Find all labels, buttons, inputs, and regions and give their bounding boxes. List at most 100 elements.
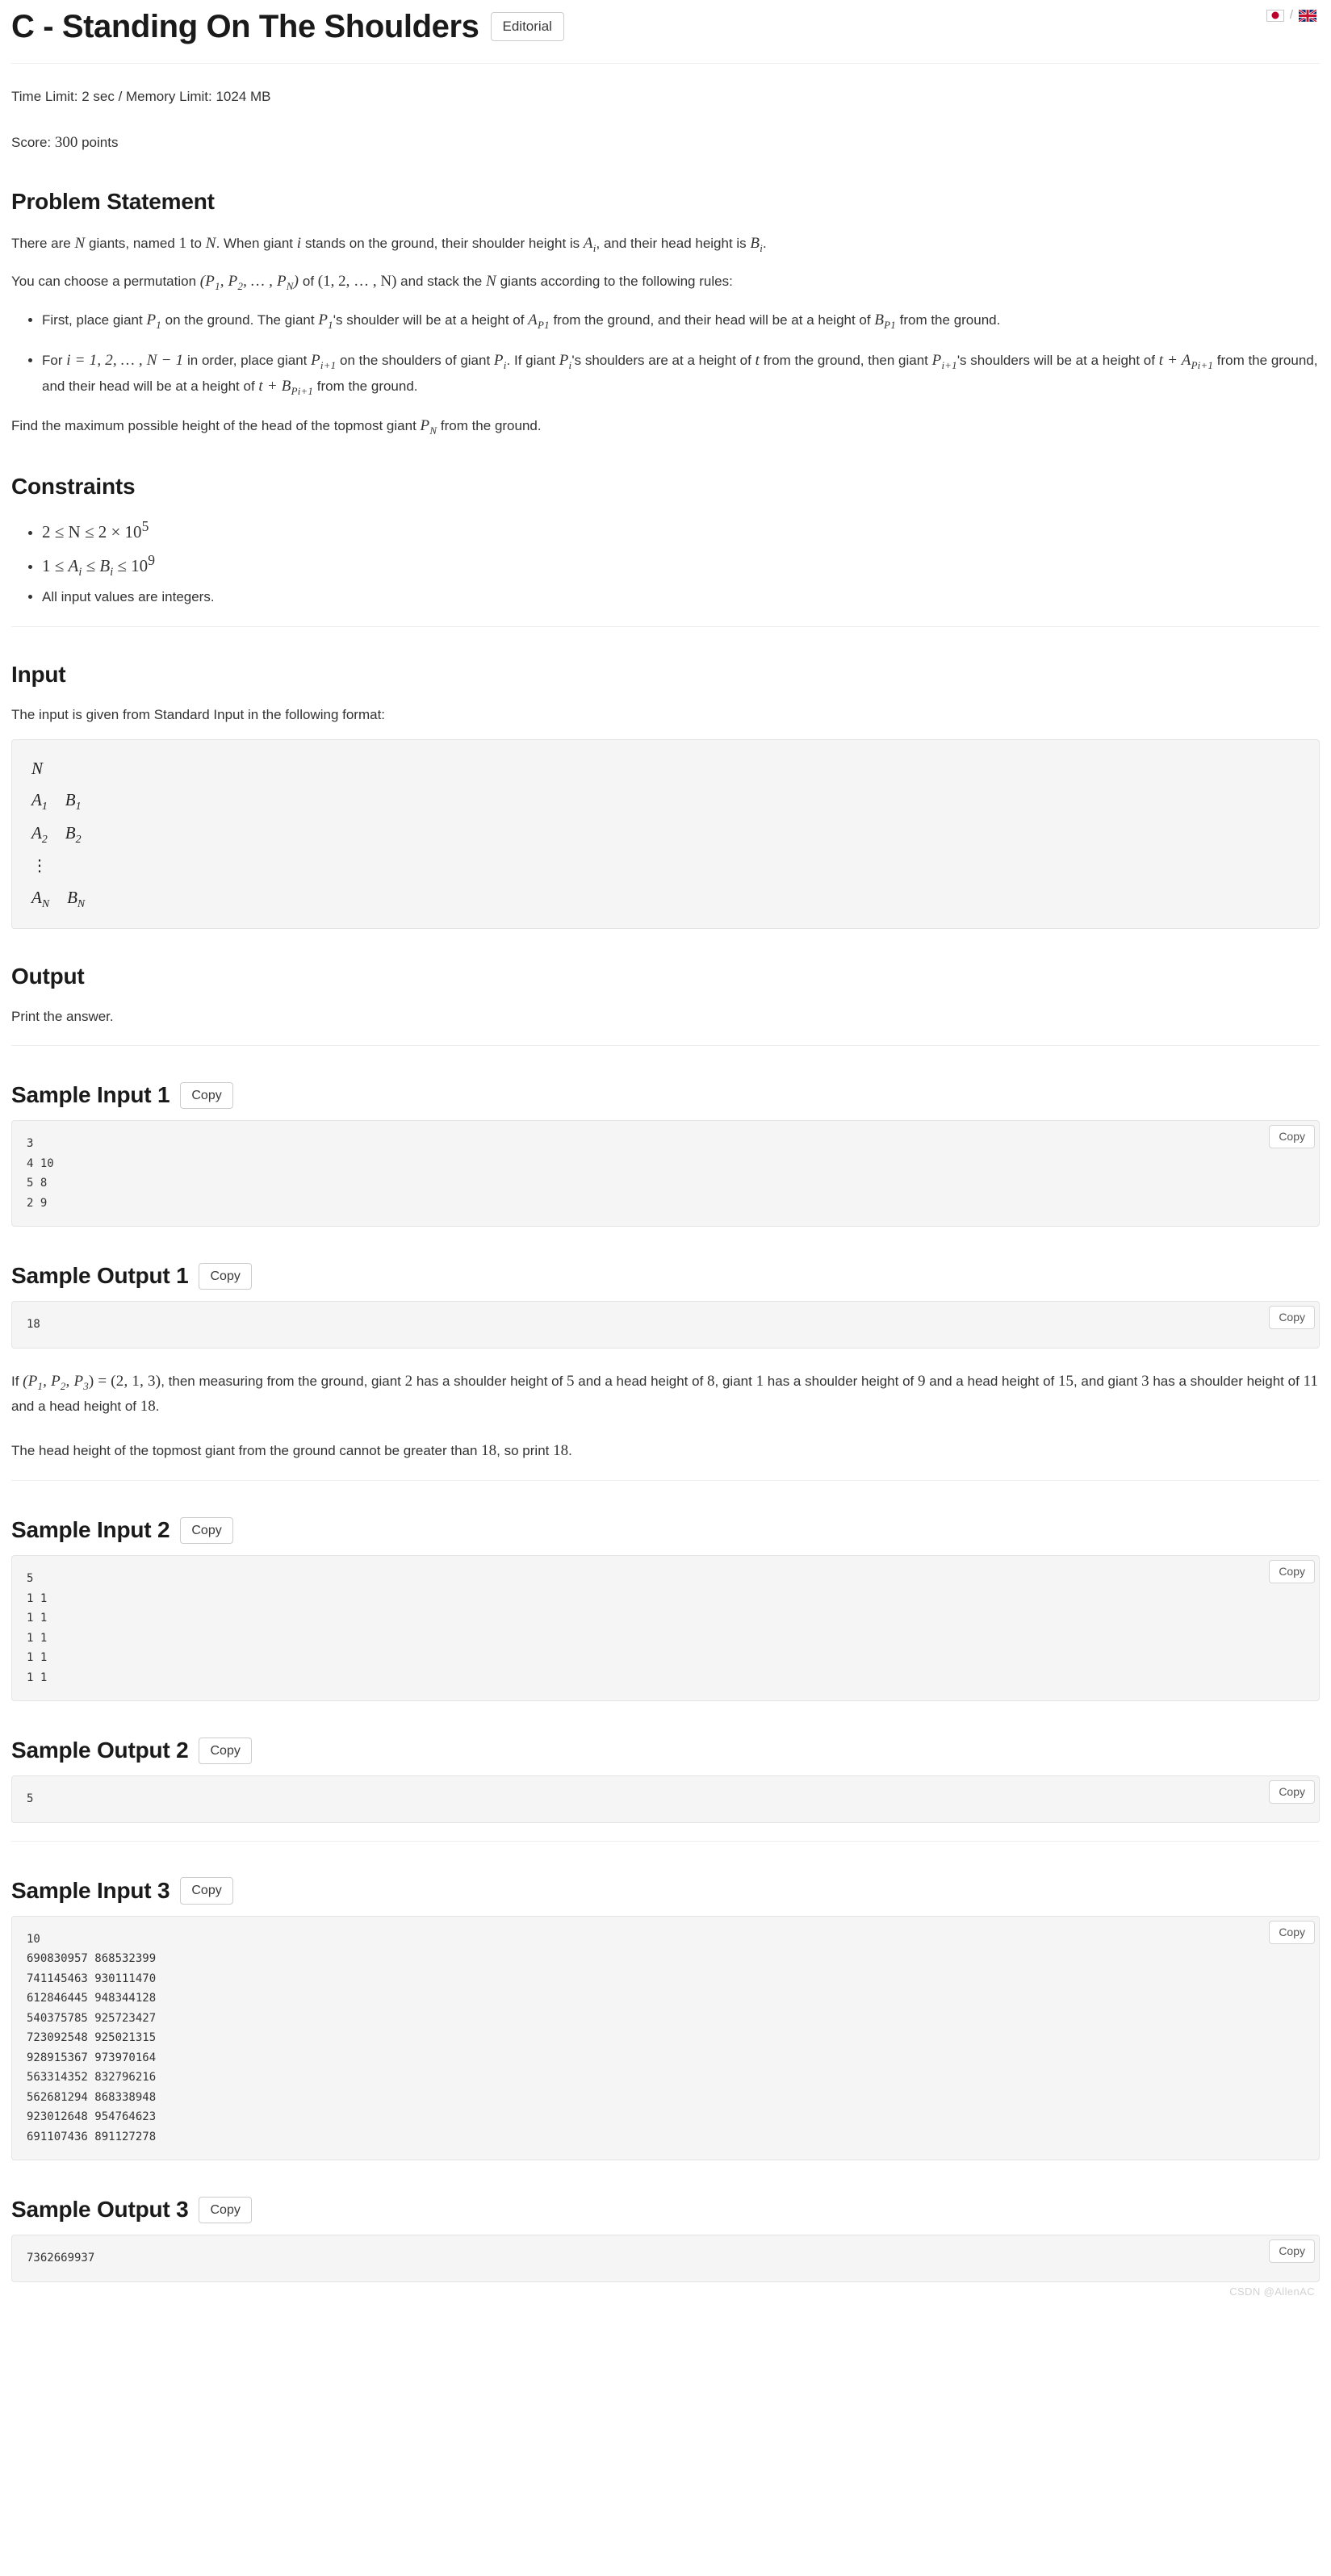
math-value: 3 — [1141, 1372, 1149, 1390]
score-label: Score: — [11, 134, 55, 150]
text-fragment: The head height of the topmost giant fro… — [11, 1442, 482, 1458]
math-base: (P — [199, 272, 216, 290]
math-N: N — [205, 235, 216, 252]
fmt-base: A — [31, 822, 42, 843]
sample-output-1-header: Sample Output 1 Copy — [11, 1259, 1320, 1293]
fmt-sub: N — [41, 897, 50, 910]
score-suffix: points — [77, 134, 119, 150]
math-N: N — [485, 272, 496, 290]
fmt-A1: A1 — [31, 790, 48, 812]
text-fragment: and stack the — [396, 273, 486, 289]
fmt-AN: AN — [31, 888, 50, 910]
sample-input-3-content: 10 690830957 868532399 741145463 9301114… — [11, 1915, 1320, 2161]
sample-input-1-wrap: 3 4 10 5 8 2 9 Copy — [11, 1120, 1320, 1227]
time-memory-limit: Time Limit: 2 sec / Memory Limit: 1024 M… — [11, 89, 271, 104]
sample-input-2-content: 5 1 1 1 1 1 1 1 1 1 1 — [11, 1555, 1320, 1702]
math-permutation-values: (P1, P2, P3) = (2, 1, 3) — [23, 1372, 161, 1392]
math-sub: P1 — [537, 318, 550, 331]
math-value: 9 — [918, 1372, 926, 1390]
math-sub: P1 — [884, 318, 896, 331]
copy-sample-output-2-inline-button[interactable]: Copy — [1269, 1780, 1315, 1804]
fmt-base: A — [31, 790, 42, 810]
math-1: 1 — [178, 235, 187, 252]
copy-sample-output-2-button[interactable]: Copy — [199, 1737, 252, 1764]
copy-sample-input-1-button[interactable]: Copy — [180, 1081, 233, 1109]
math-value: 11 — [1303, 1372, 1318, 1390]
output-heading: Output — [11, 963, 85, 989]
sample-output-3-wrap: 7362669937 Copy — [11, 2235, 1320, 2282]
sample-output-3-content: 7362669937 — [11, 2235, 1320, 2282]
math-P-N: PN — [421, 417, 437, 437]
input-heading: Input — [11, 662, 66, 688]
text-fragment: in order, place giant — [183, 352, 312, 368]
fmt-base: A — [31, 888, 42, 908]
copy-sample-input-1-inline-button[interactable]: Copy — [1269, 1125, 1315, 1149]
text-fragment: of — [299, 273, 318, 289]
problem-paragraph-2: You can choose a permutation (P1, P2, … … — [11, 270, 1320, 295]
sample-1-divider — [11, 1480, 1320, 1482]
japanese-flag-icon[interactable] — [1266, 9, 1284, 22]
text-fragment: has a shoulder height of — [1149, 1373, 1304, 1389]
editorial-button[interactable]: Editorial — [490, 11, 564, 42]
list-item: All input values are integers. — [42, 586, 1320, 608]
math-base: A — [528, 311, 538, 328]
copy-sample-input-2-inline-button[interactable]: Copy — [1269, 1560, 1315, 1584]
text-fragment: on the ground. The giant — [161, 312, 319, 328]
sample-input-3-header: Sample Input 3 Copy — [11, 1874, 1320, 1908]
math-base: , P — [43, 1372, 61, 1390]
math-value: 1 — [755, 1372, 764, 1390]
math-sub: N — [286, 279, 294, 292]
math-tuple: (1, 2, … , N) — [317, 272, 397, 290]
math-base: P — [559, 351, 569, 369]
math-P1: P1 — [318, 312, 333, 331]
sample-output-2-content: 5 — [11, 1775, 1320, 1823]
sample-output-3-title: Sample Output 3 — [11, 2197, 189, 2223]
sample-output-2-header: Sample Output 2 Copy — [11, 1733, 1320, 1767]
sample-output-2-title: Sample Output 2 — [11, 1738, 189, 1763]
math-sub: Pi+1 — [1191, 358, 1214, 371]
problem-statement-heading: Problem Statement — [11, 189, 215, 214]
text-fragment: . — [568, 1442, 572, 1458]
constraint-text: 2 ≤ N ≤ 2 × 10 — [42, 521, 142, 542]
language-selector[interactable]: / — [1266, 6, 1317, 25]
copy-sample-output-1-inline-button[interactable]: Copy — [1269, 1306, 1315, 1330]
copy-sample-output-3-button[interactable]: Copy — [199, 2196, 252, 2223]
input-format-block-wrap: N A1 B1 A2 B2 ⋮ AN BN — [11, 738, 1320, 929]
sample-input-1-content: 3 4 10 5 8 2 9 — [11, 1120, 1320, 1227]
constraint-exponent: 5 — [141, 517, 149, 534]
text-fragment: has a shoulder height of — [412, 1373, 567, 1389]
math-B-sub-i: Bi — [750, 235, 763, 254]
fmt-base: B — [65, 822, 76, 843]
text-fragment: and a head height of — [574, 1373, 708, 1389]
math-P-i: Pi — [494, 352, 507, 371]
copy-sample-input-2-button[interactable]: Copy — [180, 1516, 233, 1544]
copy-sample-input-3-inline-button[interactable]: Copy — [1269, 1920, 1315, 1944]
title-row: C - Standing On The Shoulders Editorial — [11, 0, 1320, 45]
list-item: First, place giant P1 on the ground. The… — [42, 307, 1320, 333]
text-fragment: on the shoulders of giant — [336, 352, 494, 368]
math-B-P1: BP1 — [874, 312, 896, 331]
text-fragment: 's shoulder will be at a height of — [333, 312, 529, 328]
math-t-plus-A: t + APi+1 — [1158, 351, 1214, 371]
sample-output-1-title: Sample Output 1 — [11, 1263, 189, 1289]
math-N: N — [74, 235, 86, 252]
text-fragment: from the ground. — [313, 378, 418, 394]
output-description: Print the answer. — [11, 1008, 114, 1024]
problem-paragraph-3: Find the maximum possible height of the … — [11, 414, 1320, 439]
math-value: 18 — [140, 1397, 156, 1415]
math-base: P — [146, 311, 157, 328]
text-fragment: , so print — [496, 1442, 554, 1458]
math-t-plus-B: t + BPi+1 — [258, 378, 313, 397]
copy-sample-output-3-inline-button[interactable]: Copy — [1269, 2239, 1315, 2264]
uk-flag-icon[interactable] — [1298, 8, 1317, 23]
math-value: 18 — [481, 1441, 497, 1459]
constraint-text: All input values are integers. — [42, 589, 215, 605]
math-base: t + A — [1158, 351, 1191, 369]
copy-sample-input-3-button[interactable]: Copy — [180, 1877, 233, 1905]
copy-sample-output-1-button[interactable]: Copy — [199, 1262, 252, 1290]
sample-input-3-title: Sample Input 3 — [11, 1877, 170, 1903]
text-fragment: giants according to the following rules: — [496, 273, 733, 289]
math-P-i1: Pi+1 — [932, 352, 957, 371]
score-line: Score: 300 points — [11, 132, 1320, 155]
problem-page: / C - Standing On The Shoulders Editoria… — [0, 0, 1331, 2310]
